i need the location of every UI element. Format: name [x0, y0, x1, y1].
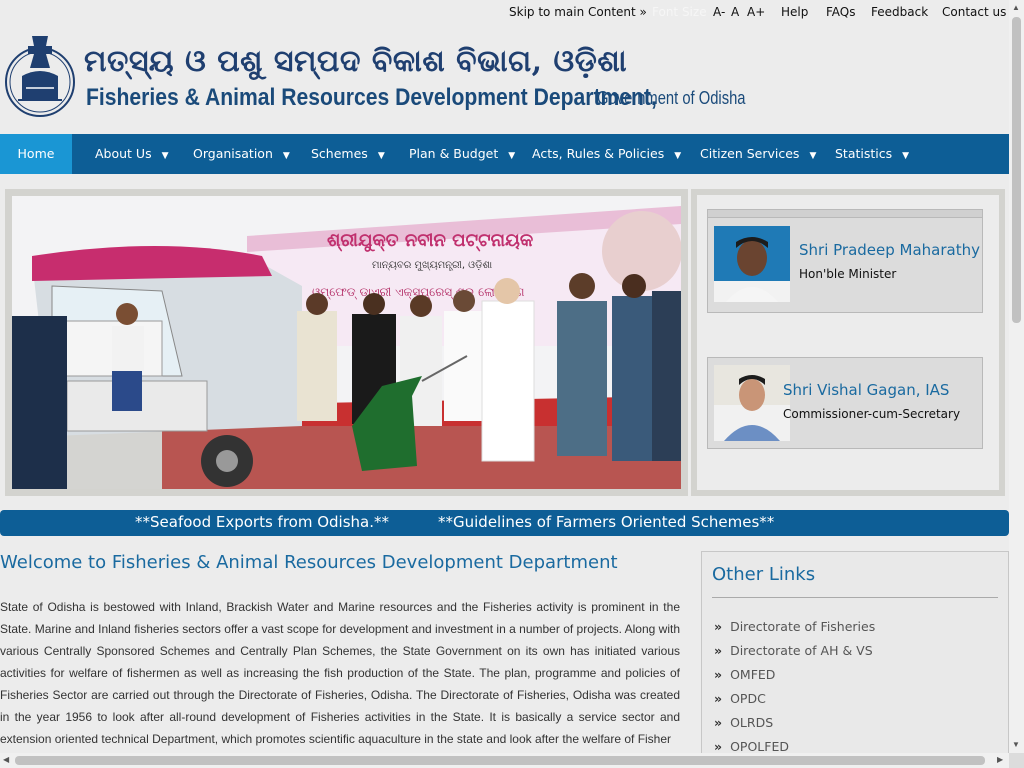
other-link-olrds[interactable]: » OLRDS — [714, 715, 875, 739]
bullet-icon: » — [714, 619, 723, 634]
bullet-icon: » — [714, 691, 723, 706]
feedback-link[interactable]: Feedback — [871, 5, 928, 19]
secretary-card[interactable]: Shri Vishal Gagan, IAS Commissioner-cum-… — [707, 357, 983, 449]
nav-about-us[interactable]: About Us ▼ — [95, 134, 169, 174]
bullet-icon: » — [714, 739, 723, 754]
minister-photo — [714, 226, 790, 302]
odisha-emblem-logo[interactable] — [4, 30, 76, 118]
scrollbar-corner — [1009, 753, 1024, 768]
welcome-heading: Welcome to Fisheries & Animal Resources … — [0, 552, 618, 573]
dropdown-caret-icon: ▼ — [902, 151, 910, 161]
dropdown-caret-icon: ▼ — [674, 151, 682, 161]
other-link-opdc[interactable]: » OPDC — [714, 691, 875, 715]
minister-designation: Hon'ble Minister — [799, 267, 897, 281]
nav-plan-budget[interactable]: Plan & Budget ▼ — [409, 134, 515, 174]
nav-acts-rules-policies[interactable]: Acts, Rules & Policies ▼ — [532, 134, 681, 174]
minister-name[interactable]: Shri Pradeep Maharathy — [799, 241, 980, 259]
font-size-label: Font Size — [652, 5, 707, 19]
horizontal-scroll-thumb[interactable] — [15, 756, 985, 765]
help-link[interactable]: Help — [781, 5, 808, 19]
news-ticker: **Seafood Exports from Odisha.** **Guide… — [0, 510, 1009, 536]
scroll-down-arrow-icon[interactable]: ▼ — [1012, 740, 1020, 749]
dropdown-caret-icon: ▼ — [161, 151, 169, 161]
government-of-odisha: Government of Odisha — [597, 88, 746, 108]
scroll-right-arrow-icon[interactable]: ▶ — [997, 755, 1003, 764]
divider — [712, 597, 998, 598]
scroll-up-arrow-icon[interactable]: ▲ — [1012, 3, 1020, 12]
card-header-strip — [708, 210, 982, 218]
other-links-list: » Directorate of Fisheries » Directorate o… — [714, 619, 875, 760]
font-decrease-button[interactable]: A- — [713, 5, 725, 19]
other-link-directorate-ahvs[interactable]: » Directorate of AH & VS — [714, 643, 875, 667]
contact-us-link[interactable]: Contact us — [942, 5, 1006, 19]
secretary-name[interactable]: Shri Vishal Gagan, IAS — [783, 381, 949, 399]
other-links-heading: Other Links — [712, 564, 816, 585]
other-link-directorate-of-fisheries[interactable]: » Directorate of Fisheries — [714, 619, 875, 643]
nav-statistics[interactable]: Statistics ▼ — [835, 134, 909, 174]
banner-text-1: ଶ୍ରୀଯୁକ୍ତ ନବୀନ ପଟ୍ଟନାୟକ — [327, 230, 533, 252]
banner-text-2: ମାନ୍ୟବର ମୁଖ୍ୟମନ୍ତ୍ରୀ, ଓଡ଼ିଶା — [372, 260, 492, 271]
bullet-icon: » — [714, 667, 723, 682]
bullet-icon: » — [714, 715, 723, 730]
welcome-paragraph: State of Odisha is bestowed with Inland,… — [0, 600, 680, 746]
utility-bar: Skip to main Content » Font Size A- A A+… — [0, 0, 1009, 24]
secretary-designation: Commissioner-cum-Secretary — [783, 407, 961, 421]
other-link-omfed[interactable]: » OMFED — [714, 667, 875, 691]
leaders-panel-inner: Shri Pradeep Maharathy Hon'ble Minister … — [697, 195, 999, 490]
nav-schemes[interactable]: Schemes ▼ — [311, 134, 385, 174]
banner-slideshow[interactable]: ଶ୍ରୀଯୁକ୍ତ ନବୀନ ପଟ୍ଟନାୟକ ମାନ୍ୟବର ମୁଖ୍ୟମନ୍… — [5, 189, 688, 496]
vertical-scrollbar[interactable]: ▲ ▼ — [1009, 0, 1024, 753]
dropdown-caret-icon: ▼ — [282, 151, 290, 161]
font-reset-button[interactable]: A — [731, 5, 739, 19]
nav-organisation[interactable]: Organisation ▼ — [193, 134, 290, 174]
minister-card[interactable]: Shri Pradeep Maharathy Hon'ble Minister — [707, 209, 983, 313]
main-nav: Home About Us ▼ Organisation ▼ Schemes ▼ Pl… — [0, 134, 1009, 174]
leaders-panel: Shri Pradeep Maharathy Hon'ble Minister … — [691, 189, 1005, 496]
dropdown-caret-icon: ▼ — [809, 151, 817, 161]
horizontal-scrollbar[interactable]: ◀ ▶ — [0, 753, 1009, 768]
dropdown-caret-icon: ▼ — [508, 151, 516, 161]
other-links-panel: Other Links » Directorate of Fisheries » D… — [701, 551, 1009, 761]
bullet-icon: » — [714, 643, 723, 658]
faqs-link[interactable]: FAQs — [826, 5, 856, 19]
dropdown-caret-icon: ▼ — [377, 151, 385, 161]
ticker-item-farmer-schemes[interactable]: **Guidelines of Farmers Oriented Schemes… — [438, 513, 774, 531]
banner-photo: ଶ୍ରୀଯୁକ୍ତ ନବୀନ ପଟ୍ଟନାୟକ ମାନ୍ୟବର ମୁଖ୍ୟମନ୍… — [12, 196, 681, 489]
ticker-item-seafood-exports[interactable]: **Seafood Exports from Odisha.** — [135, 513, 389, 531]
nav-home[interactable]: Home — [0, 134, 72, 174]
skip-to-content-link[interactable]: Skip to main Content » — [509, 5, 647, 19]
nav-citizen-services[interactable]: Citizen Services ▼ — [700, 134, 816, 174]
scroll-left-arrow-icon[interactable]: ◀ — [3, 755, 9, 764]
secretary-photo — [714, 365, 790, 441]
department-title-odia: ମତ୍ସ୍ୟ ଓ ପଶୁ ସମ୍ପଦ ବିକାଶ ବିଭାଗ, ଓଡ଼ିଶା — [84, 44, 628, 79]
font-increase-button[interactable]: A+ — [747, 5, 765, 19]
vertical-scroll-thumb[interactable] — [1012, 17, 1021, 323]
